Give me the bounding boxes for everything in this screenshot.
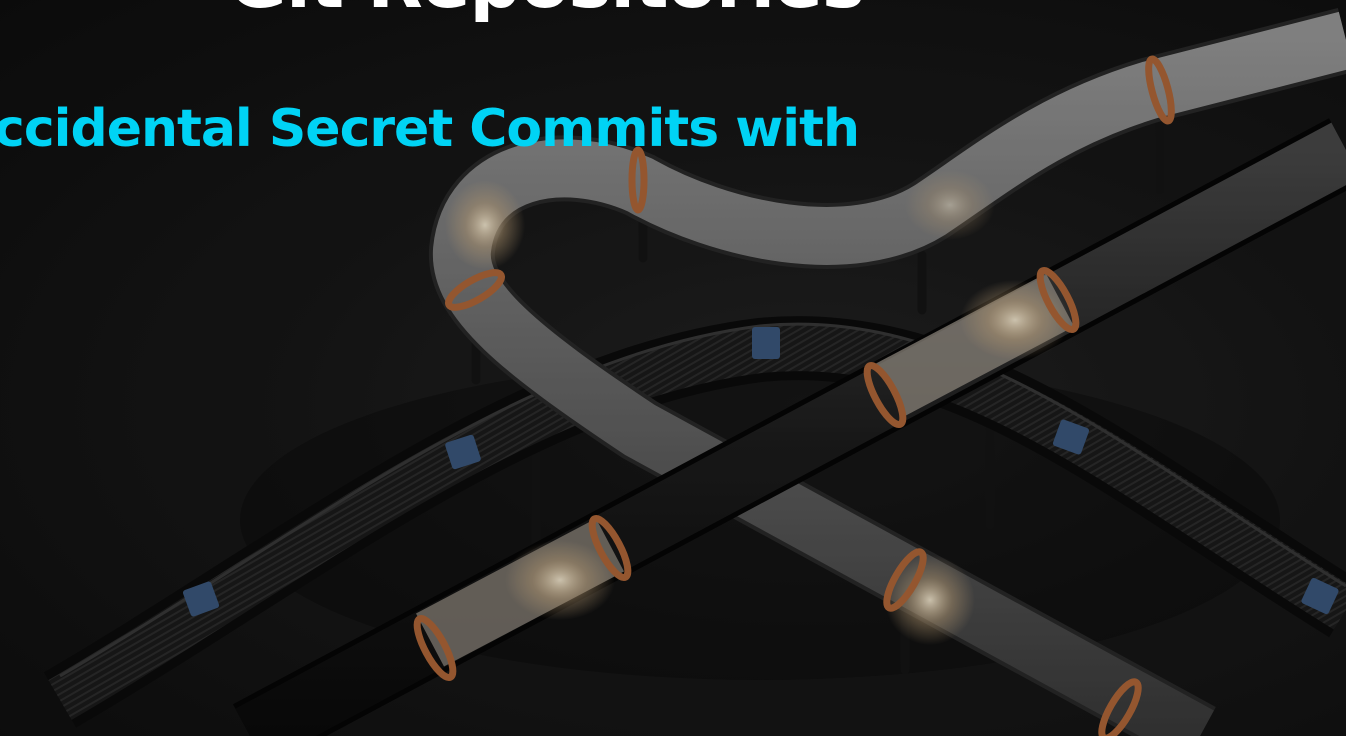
hero-banner: Git Repositories ccidental Secret Commit… xyxy=(0,0,1346,736)
page-title: Git Repositories xyxy=(228,0,865,18)
page-subtitle: ccidental Secret Commits with xyxy=(0,99,860,159)
